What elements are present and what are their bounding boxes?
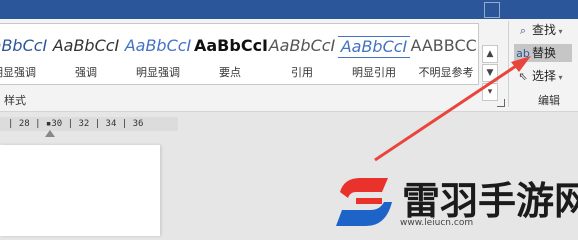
watermark-logo: 雷羽手游网 www.leiucn.com bbox=[330, 168, 578, 236]
logo-title: 雷羽手游网 bbox=[402, 178, 578, 223]
arrow-head bbox=[511, 56, 531, 72]
logo-url: www.leiucn.com bbox=[400, 218, 474, 228]
logo-mark-icon bbox=[336, 178, 392, 226]
arrow-shaft bbox=[374, 60, 523, 162]
